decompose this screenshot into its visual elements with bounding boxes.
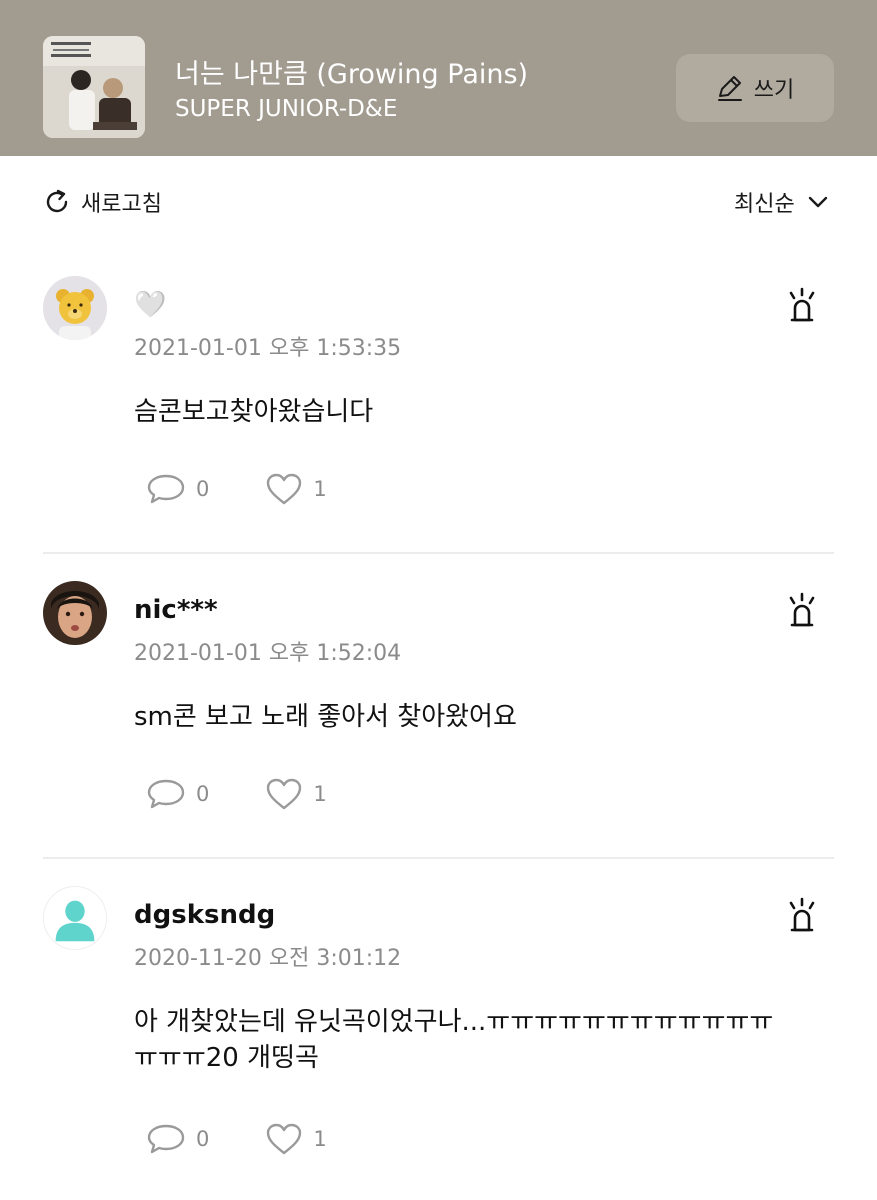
siren-icon (789, 897, 815, 932)
artist-name: SUPER JUNIOR-D&E (175, 96, 398, 122)
speech-bubble-icon (147, 474, 185, 504)
person-photo-avatar-icon (43, 581, 107, 645)
comment-actions: 0 1 (146, 472, 383, 506)
username: dgsksndg (134, 900, 276, 930)
username: 🤍 (134, 290, 167, 320)
comment-actions: 0 1 (146, 1122, 383, 1156)
comment-timestamp: 2021-01-01 오후 1:53:35 (134, 336, 402, 361)
chevron-down-icon (808, 196, 827, 208)
sort-dropdown[interactable]: 최신순 (734, 186, 829, 218)
heart-icon (267, 778, 302, 810)
like-count: 1 (313, 477, 327, 501)
report-button[interactable] (786, 286, 818, 324)
refresh-label: 새로고침 (81, 192, 162, 217)
reply-button[interactable]: 0 (146, 1123, 209, 1155)
comment-actions: 0 1 (146, 777, 383, 811)
comment-item: nic*** 2021-01-01 오후 1:52:04 sm콘 보고 노래 좋… (0, 561, 877, 865)
pencil-icon (717, 76, 742, 101)
user-avatar[interactable] (43, 886, 107, 950)
speech-bubble-icon (147, 779, 185, 809)
speech-bubble-icon (147, 1124, 185, 1154)
album-cover-image (43, 36, 145, 138)
album-cover[interactable] (43, 36, 145, 138)
write-button[interactable]: 쓰기 (676, 54, 834, 122)
default-user-avatar-icon (44, 887, 106, 949)
comment-timestamp: 2020-11-20 오전 3:01:12 (134, 946, 402, 971)
comment-item: 🤍 2021-01-01 오후 1:53:35 슴콘보고찾아왔습니다 0 1 (0, 256, 877, 560)
comment-item: dgsksndg 2020-11-20 오전 3:01:12 아 개찾았는데 유… (0, 866, 877, 1170)
reply-count: 0 (196, 1127, 210, 1151)
reply-count: 0 (196, 782, 210, 806)
refresh-icon (46, 189, 68, 213)
report-button[interactable] (786, 591, 818, 629)
comment-divider (43, 857, 834, 859)
heart-icon (267, 473, 302, 505)
heart-icon (267, 1123, 302, 1155)
comment-text: 슴콘보고찾아왔습니다 (134, 397, 374, 427)
comment-text: sm콘 보고 노래 좋아서 찾아왔어요 (134, 702, 517, 732)
comment-text: 아 개찾았는데 유닛곡이었구나...ㅠㅠㅠㅠㅠㅠㅠㅠㅠㅠㅠㅠㅠㅠㅠ20 개띵곡 (134, 1007, 774, 1073)
comment-timestamp: 2021-01-01 오후 1:52:04 (134, 641, 402, 666)
reply-count: 0 (196, 477, 210, 501)
reply-button[interactable]: 0 (146, 473, 209, 505)
username: nic*** (134, 595, 218, 625)
like-button[interactable]: 1 (265, 472, 327, 506)
user-avatar[interactable] (43, 581, 107, 645)
reply-button[interactable]: 0 (146, 778, 209, 810)
siren-icon (789, 592, 815, 627)
comment-divider (43, 552, 834, 554)
song-title: 너는 나만큼 (Growing Pains) (175, 59, 529, 90)
yellow-bear-avatar-icon (43, 276, 107, 340)
report-button[interactable] (786, 896, 818, 934)
like-count: 1 (313, 782, 327, 806)
like-button[interactable]: 1 (265, 1122, 327, 1156)
sort-label: 최신순 (734, 192, 795, 217)
song-header: 너는 나만큼 (Growing Pains) SUPER JUNIOR-D&E … (0, 0, 877, 156)
like-button[interactable]: 1 (265, 777, 327, 811)
write-button-label: 쓰기 (753, 78, 795, 103)
user-avatar[interactable] (43, 276, 107, 340)
refresh-button[interactable]: 새로고침 (43, 186, 162, 218)
like-count: 1 (313, 1127, 327, 1151)
siren-icon (789, 287, 815, 322)
